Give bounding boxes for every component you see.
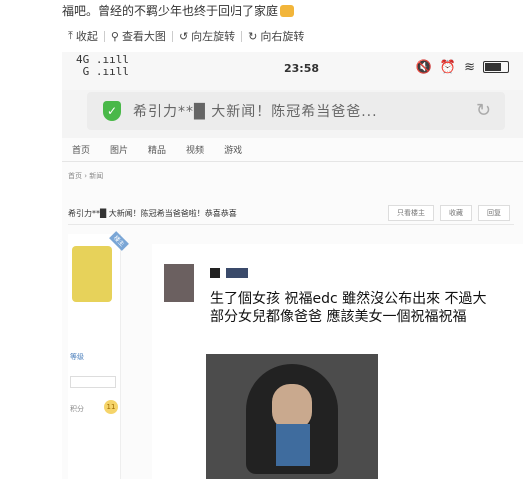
poster-name-redacted <box>210 268 248 278</box>
alarm-icon: ⏰ <box>439 60 457 75</box>
up-arrow-icon: ⤒ <box>68 29 73 42</box>
level-box <box>70 376 116 388</box>
view-large-label: 查看大图 <box>121 30 166 43</box>
battery-icon <box>483 61 509 73</box>
poster-avatar[interactable] <box>164 264 194 302</box>
rotate-right-icon: ↻ <box>248 29 258 43</box>
address-bar[interactable]: ✓ 希引力**█ 大新闻！陈冠希当爸爸... ↻ <box>87 92 505 130</box>
medal-badge: 11 <box>104 400 118 414</box>
caption-text: 福吧。曾经的不羁少年也终于回归了家庭 <box>62 4 279 18</box>
reload-icon[interactable]: ↻ <box>476 100 491 121</box>
reply-button[interactable]: 回复 <box>478 205 510 221</box>
thread-title-bar: 希引力**█ 大新闻！陈冠希当爸爸啦！恭喜恭喜 只看楼主 收藏 回复 <box>68 202 514 225</box>
post-text: 生了個女孩 祝福edc 雖然沒公布出來 不過大部分女兒都像爸爸 應該美女一個祝福… <box>210 291 487 325</box>
author-points: 积分 <box>70 405 84 413</box>
status-bar: 4G .ııll G .ııll 23:58 🔇 ⏰ ≋ <box>62 52 523 90</box>
view-large-button[interactable]: ⚲ 查看大图 <box>105 28 172 44</box>
clock: 23:58 <box>284 62 320 75</box>
nav-item-featured[interactable]: 精品 <box>148 143 166 156</box>
author-avatar[interactable] <box>72 246 112 302</box>
redaction-bar <box>226 268 248 278</box>
book-cover <box>276 424 310 466</box>
magnifier-icon: ⚲ <box>110 29 119 43</box>
phone-screenshot: 4G .ııll G .ııll 23:58 🔇 ⏰ ≋ ✓ 希引力**█ 大新… <box>62 52 523 479</box>
op-tag: 楼主 <box>109 231 129 251</box>
nav-item-images[interactable]: 图片 <box>110 143 128 156</box>
favorite-button[interactable]: 收藏 <box>440 205 472 221</box>
rotate-right-button[interactable]: ↻ 向右旋转 <box>242 28 310 44</box>
collapse-label: 收起 <box>75 30 98 43</box>
post-caption: 福吧。曾经的不羁少年也终于回归了家庭 <box>62 2 295 19</box>
network-indicator: 4G .ııll G .ııll <box>76 53 129 78</box>
wifi-icon: ≋ <box>464 60 475 75</box>
thread-title: 希引力**█ 大新闻！陈冠希当爸爸啦！恭喜恭喜 <box>68 208 237 218</box>
breadcrumb[interactable]: 首页 › 新闻 <box>68 171 103 181</box>
collapse-button[interactable]: ⤒ 收起 <box>62 28 104 44</box>
nav-item-games[interactable]: 游戏 <box>224 143 242 156</box>
only-op-button[interactable]: 只看楼主 <box>388 205 434 221</box>
redaction-bar <box>210 268 220 278</box>
post-body: 生了個女孩 祝福edc 雖然沒公布出來 不過大部分女兒都像爸爸 應該美女一個祝福… <box>152 244 523 479</box>
rotate-left-label: 向左旋转 <box>191 30 236 43</box>
nav-item-home[interactable]: 首页 <box>72 143 90 156</box>
thumbs-up-icon <box>280 5 295 17</box>
status-icons: 🔇 ⏰ ≋ <box>416 60 509 75</box>
forum-page: 首页 图片 精品 视频 游戏 首页 › 新闻 希引力**█ 大新闻！陈冠希当爸爸… <box>62 138 523 479</box>
security-shield-icon: ✓ <box>103 101 121 121</box>
nav-item-video[interactable]: 视频 <box>186 143 204 156</box>
author-level: 等级 <box>70 353 84 361</box>
rotate-left-button[interactable]: ↺ 向左旋转 <box>173 28 241 44</box>
image-toolbar: ⤒ 收起 ⚲ 查看大图 ↺ 向左旋转 ↻ 向右旋转 <box>62 26 310 46</box>
author-sidebar: 楼主 等级 积分 11 <box>68 231 129 479</box>
rotate-right-label: 向右旋转 <box>260 30 305 43</box>
post-photo[interactable] <box>206 354 378 479</box>
thread-actions: 只看楼主 收藏 回复 <box>388 205 510 221</box>
mute-icon: 🔇 <box>415 60 432 75</box>
address-text: 希引力**█ 大新闻！陈冠希当爸爸... <box>133 104 378 120</box>
rotate-left-icon: ↺ <box>178 29 189 43</box>
network-bottom-label: G <box>82 65 90 78</box>
forum-nav: 首页 图片 精品 视频 游戏 <box>62 138 523 162</box>
